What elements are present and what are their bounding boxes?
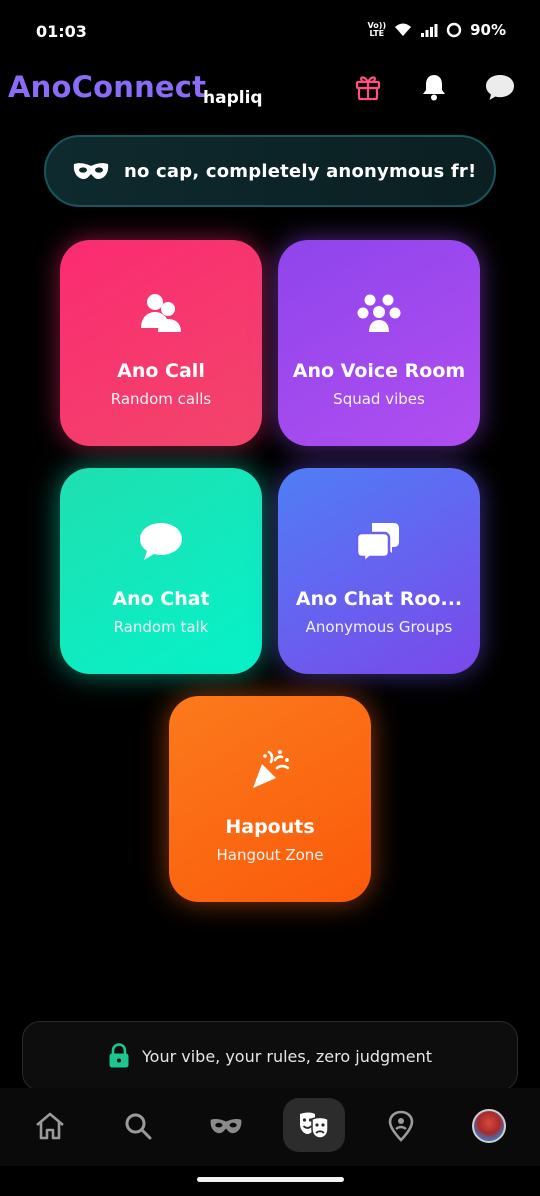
battery-percent: 90% <box>470 21 506 39</box>
card-title: Ano Chat <box>112 588 210 610</box>
battery-ring-icon <box>446 22 462 38</box>
app-header: AnoConnect hapliq <box>0 62 540 122</box>
users-icon <box>137 290 185 338</box>
avatar <box>472 1109 506 1143</box>
card-title: Ano Chat Roo... <box>295 588 463 610</box>
nav-location[interactable] <box>377 1102 425 1150</box>
home-indicator[interactable] <box>197 1177 344 1182</box>
speech-bubble-icon <box>137 518 185 566</box>
group-icon <box>355 290 403 338</box>
card-subtitle: Squad vibes <box>333 390 425 408</box>
messages-button[interactable] <box>483 70 517 104</box>
volte-indicator: Vo)) LTE <box>368 22 387 38</box>
card-subtitle: Hangout Zone <box>216 846 324 864</box>
bottom-navigation <box>0 1088 540 1166</box>
nav-anonymous[interactable] <box>202 1102 250 1150</box>
nav-theater[interactable] <box>283 1098 345 1152</box>
nav-profile[interactable] <box>465 1102 513 1150</box>
wifi-icon <box>395 23 412 36</box>
info-bar: Your vibe, your rules, zero judgment <box>22 1021 518 1091</box>
theater-masks-icon <box>300 1112 329 1139</box>
party-popper-icon <box>246 746 294 794</box>
ano-call-card[interactable]: Ano Call Random calls <box>60 240 262 446</box>
app-logo: AnoConnect <box>8 70 207 104</box>
ano-chat-card[interactable]: Ano Chat Random talk <box>60 468 262 674</box>
card-subtitle: Random talk <box>113 618 209 636</box>
ano-chat-room-card[interactable]: Ano Chat Roo... Anonymous Groups <box>278 468 480 674</box>
mask-icon <box>73 163 109 180</box>
brand-subtitle: hapliq <box>203 88 263 108</box>
bell-icon <box>423 75 445 101</box>
gift-button[interactable] <box>351 70 385 104</box>
nav-home[interactable] <box>26 1102 74 1150</box>
banner-text: no cap, completely anonymous fr! <box>124 160 477 182</box>
chat-bubbles-icon <box>355 518 403 566</box>
card-title: Ano Voice Room <box>292 360 466 382</box>
location-pin-icon <box>388 1110 414 1142</box>
lock-icon <box>109 1043 129 1068</box>
nav-search[interactable] <box>114 1102 162 1150</box>
status-time: 01:03 <box>36 22 87 41</box>
anonymous-banner: no cap, completely anonymous fr! <box>44 135 496 207</box>
ano-voice-room-card[interactable]: Ano Voice Room Squad vibes <box>278 240 480 446</box>
notifications-button[interactable] <box>417 70 451 104</box>
card-subtitle: Anonymous Groups <box>305 618 453 636</box>
lte-label: LTE <box>369 29 385 38</box>
card-subtitle: Random calls <box>110 390 212 408</box>
hapouts-card[interactable]: Hapouts Hangout Zone <box>169 696 371 902</box>
card-title: Hapouts <box>225 816 315 838</box>
search-icon <box>125 1113 152 1140</box>
status-icons: Vo)) LTE 90% <box>368 21 506 39</box>
card-title: Ano Call <box>117 360 205 382</box>
chat-bubble-icon <box>486 75 514 100</box>
gift-icon <box>355 76 381 101</box>
signal-icon <box>421 24 438 37</box>
home-icon <box>36 1112 64 1140</box>
status-bar: 01:03 Vo)) LTE 90% <box>0 0 540 62</box>
info-text: Your vibe, your rules, zero judgment <box>142 1046 432 1066</box>
mask-icon <box>210 1118 242 1134</box>
